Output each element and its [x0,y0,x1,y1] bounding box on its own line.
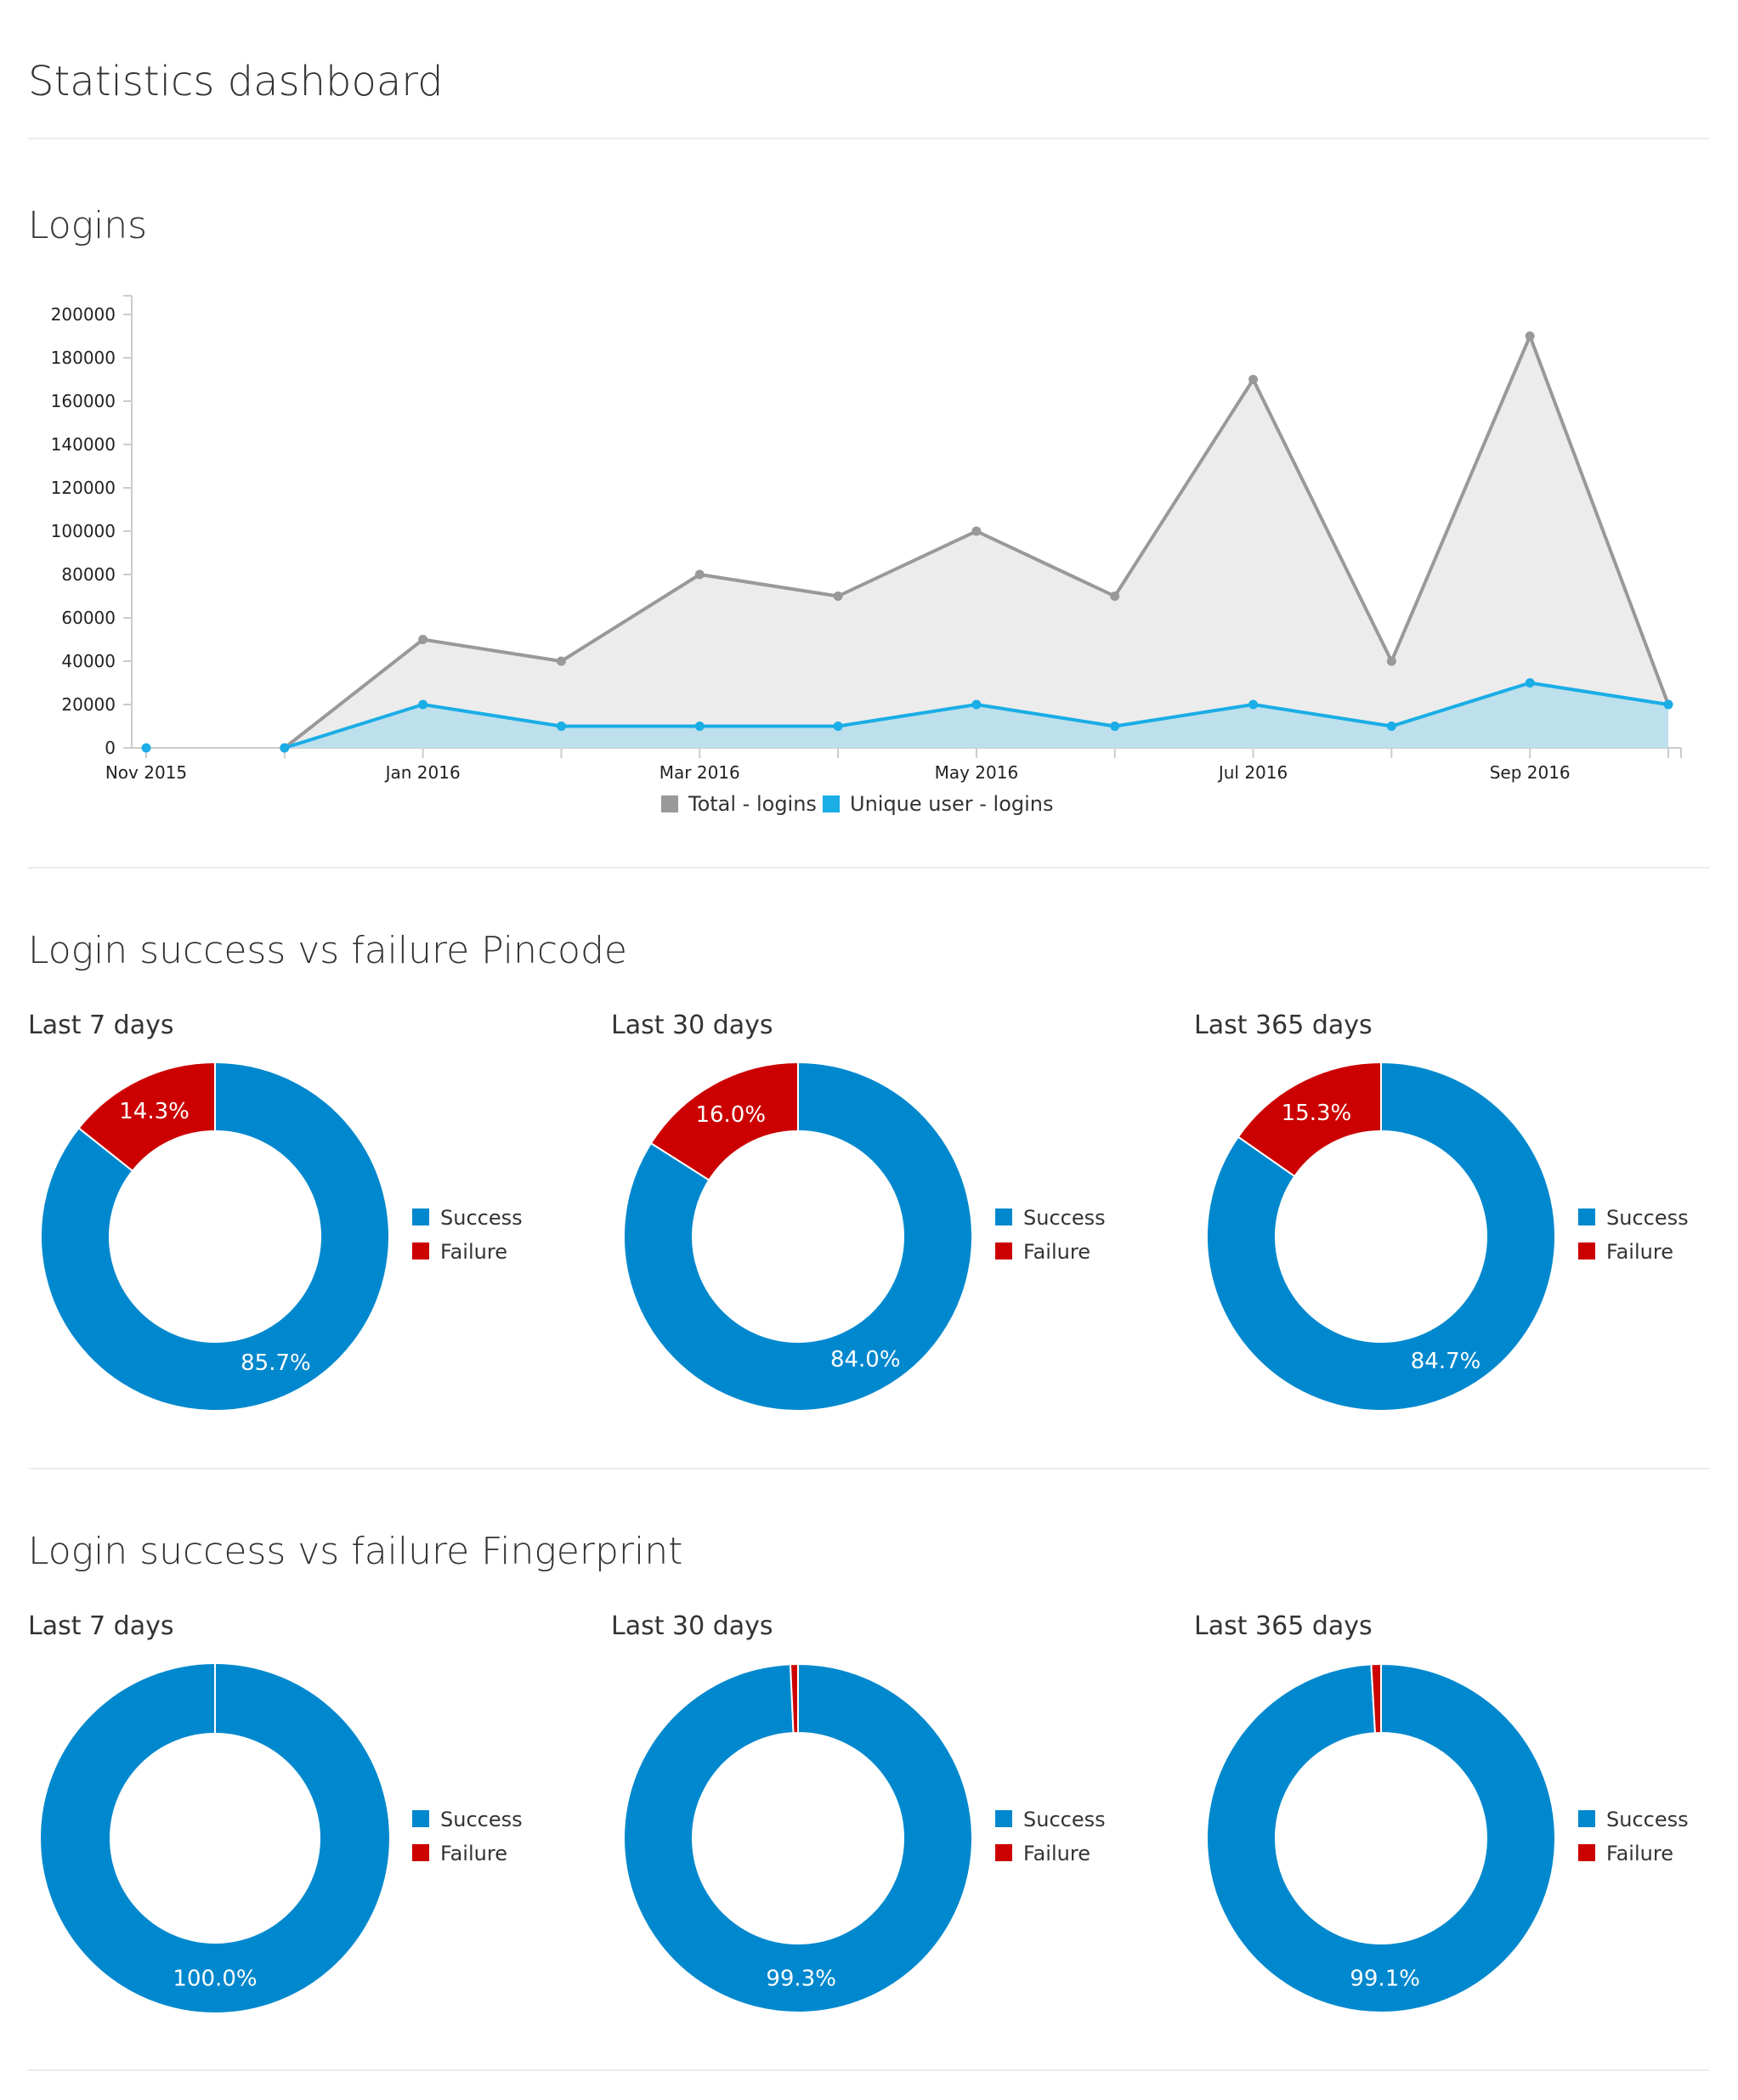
donut-value-label: 84.0% [830,1347,901,1373]
unique-user-logins-point [418,699,428,710]
donut-value-label: 99.1% [1350,1966,1420,1991]
fingerprint-section-title: Login success vs failure Fingerprint [28,1530,683,1573]
unique-user-logins-point [971,699,982,710]
donut-value-label: 99.3% [766,1966,836,1991]
pincode-period-30-days: Last 30 days [611,1010,773,1040]
total-logins-point [1248,375,1259,384]
logins-line-chart: 0 20000 40000 60000 80000 100000 120000 140000 1… [51,295,1682,816]
fingerprint-period-365-days: Last 365 days [1194,1611,1373,1641]
legend-swatch-failure [412,1242,429,1259]
unique-user-logins-point [1110,722,1120,731]
y-tick-label: 80000 [61,564,116,585]
legend-swatch-failure [1578,1242,1595,1259]
total-logins-point [833,592,843,601]
legend-swatch-success [412,1208,429,1225]
total-logins-area [284,336,1669,748]
total-logins-point [418,635,428,644]
legend-label-failure: Failure [1023,1240,1090,1264]
legend-label-success: Success [440,1206,523,1230]
total-logins-point [1110,592,1120,601]
pincode-period-7-days: Last 7 days [28,1010,174,1040]
legend-label-failure: Failure [440,1842,507,1865]
donut-value-label: 84.7% [1411,1349,1481,1374]
pincode-section-title: Login success vs failure Pincode [28,929,627,972]
legend-swatch-failure [995,1242,1012,1259]
legend-label-unique: Unique user - logins [850,792,1054,816]
fingerprint-donut-365-days: 99.1% Success Failure [1206,1664,1689,2013]
y-tick-label: 60000 [61,608,116,628]
legend-label-success: Success [1606,1808,1689,1831]
total-logins-point [1525,331,1535,341]
pincode-donut-7-days: 85.7% 14.3% Success Failure [40,1062,523,1412]
total-logins-point [1386,656,1396,666]
total-logins-point [694,569,705,580]
y-tick-label: 120000 [51,478,116,498]
x-tick-label: Jan 2016 [384,762,461,783]
y-tick-label: 160000 [51,391,116,411]
pincode-period-365-days: Last 365 days [1194,1010,1373,1040]
legend-label-success: Success [1023,1808,1106,1831]
legend-swatch-success [412,1810,429,1827]
legend-label-success: Success [440,1808,523,1831]
x-tick-label: May 2016 [935,762,1019,783]
x-tick-label: Sep 2016 [1490,762,1571,783]
donut-value-label: 100.0% [173,1967,257,1992]
legend-label-failure: Failure [1606,1240,1673,1264]
legend-label-total: Total - logins [688,792,817,816]
y-tick-label: 40000 [61,651,116,671]
total-logins-point [556,656,566,666]
legend-swatch-success [1578,1810,1595,1827]
legend-swatch-unique [823,795,840,812]
page-title: Statistics dashboard [28,58,444,105]
pincode-donut-30-days: 84.0% 16.0% Success Failure [623,1062,1106,1412]
divider [28,2069,1709,2071]
legend-swatch-total [661,795,678,812]
unique-user-logins-point [556,722,566,731]
divider [28,138,1709,139]
unique-user-logins-point [1386,722,1396,731]
legend-swatch-failure [995,1844,1012,1861]
fingerprint-period-30-days: Last 30 days [611,1611,773,1641]
legend-label-failure: Failure [1606,1842,1673,1865]
legend-label-success: Success [1023,1206,1106,1230]
divider [28,1468,1709,1469]
x-tick-label: Mar 2016 [660,762,740,783]
donut-value-label: 15.3% [1282,1101,1352,1126]
donut-value-label: 16.0% [695,1102,766,1128]
y-tick-label: 100000 [51,521,116,541]
y-tick-label: 20000 [61,694,116,715]
legend-swatch-success [995,1810,1012,1827]
unique-user-logins-point [1248,699,1259,710]
donut-value-label: 14.3% [119,1099,190,1124]
fingerprint-donut-7-days: 100.0% Success Failure [41,1664,523,2012]
unique-user-logins-point [1525,678,1535,688]
x-tick-label: Nov 2015 [105,762,187,783]
legend-label-failure: Failure [440,1240,507,1264]
unique-user-logins-point [141,743,151,753]
y-tick-label: 140000 [51,434,116,455]
donut-value-label: 85.7% [241,1350,311,1376]
y-tick-label: 180000 [51,348,116,368]
donut-slice-success [41,1664,389,2012]
unique-user-logins-point [1663,699,1673,710]
legend-label-failure: Failure [1023,1842,1090,1865]
legend-label-success: Success [1606,1206,1689,1230]
legend-swatch-failure [412,1844,429,1861]
unique-user-logins-point [833,722,843,731]
legend-swatch-success [995,1208,1012,1225]
fingerprint-donut-30-days: 99.3% Success Failure [623,1664,1106,2013]
unique-user-logins-point [694,722,705,731]
y-tick-label: 0 [105,738,116,758]
unique-user-logins-point [280,743,290,753]
total-logins-point [971,526,982,536]
legend-swatch-failure [1578,1844,1595,1861]
pincode-donut-365-days: 84.7% 15.3% Success Failure [1206,1062,1689,1412]
logins-section-title: Logins [28,204,148,247]
y-tick-label: 200000 [51,304,116,325]
legend-swatch-success [1578,1208,1595,1225]
x-tick-label: Jul 2016 [1217,762,1288,783]
fingerprint-period-7-days: Last 7 days [28,1611,174,1641]
divider [28,867,1709,869]
